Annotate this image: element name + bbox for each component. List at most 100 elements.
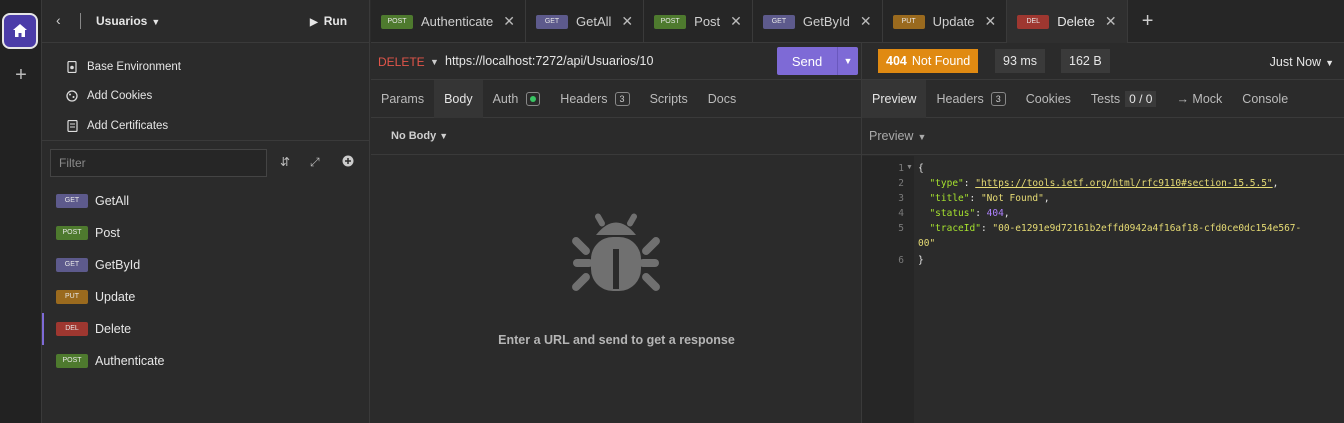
empty-state: Enter a URL and send to get a response (371, 155, 862, 380)
list-item[interactable]: DEL Delete (42, 313, 369, 345)
tab-docs[interactable]: Docs (698, 80, 746, 118)
tab-getbyid[interactable]: GET GetById ✕ (753, 0, 883, 43)
tab-update[interactable]: PUT Update ✕ (883, 0, 1008, 43)
tab-label: GetById (802, 14, 850, 29)
add-project-icon[interactable]: + (9, 64, 33, 86)
tab-scripts[interactable]: Scripts (640, 80, 698, 118)
tab-auth[interactable]: Auth (483, 80, 551, 118)
json-key: "title" (929, 193, 970, 204)
list-item[interactable]: PUT Update (42, 281, 369, 313)
json-key: "status" (929, 208, 976, 219)
status-code: 404 (886, 54, 907, 68)
sort-icon[interactable]: ⇵ (280, 155, 290, 169)
method-badge: DEL (1017, 14, 1050, 29)
line-number: 2 (898, 178, 904, 189)
tab-tests[interactable]: Tests 0 / 0 (1081, 80, 1167, 118)
bug-icon (572, 213, 660, 291)
base-environment-label: Base Environment (87, 60, 181, 73)
fold-icon[interactable]: ▼ (906, 164, 913, 171)
body-type-label: No Body (391, 130, 437, 142)
auth-status-icon (526, 92, 541, 106)
environment-list: Base Environment Add Cookies Add Certifi… (42, 43, 369, 141)
code-line: "title": "Not Found", (929, 193, 1050, 204)
request-list: GET GetAll POST Post GET GetById PUT Update … (42, 185, 369, 377)
close-icon[interactable]: ✕ (621, 13, 633, 30)
method-select[interactable]: DELETE (378, 55, 425, 69)
code-line: { (918, 163, 924, 174)
add-certificates-item[interactable]: Add Certificates (42, 111, 369, 141)
base-environment-item[interactable]: Base Environment (42, 52, 369, 82)
chevron-down-icon[interactable]: ▼ (837, 47, 858, 75)
tab-params-label: Params (381, 92, 425, 106)
url-input[interactable]: https://localhost:7272/api/Usuarios/10 (445, 54, 653, 68)
tab-delete[interactable]: DEL Delete ✕ (1007, 0, 1128, 43)
request-tabs: POST Authenticate ✕ GET GetAll ✕ POST Post ✕ G… (371, 0, 1344, 43)
tab-params[interactable]: Params (371, 80, 434, 118)
tab-label: Post (694, 14, 721, 29)
headers-count-badge: 3 (614, 92, 630, 106)
list-item[interactable]: POST Post (42, 217, 369, 249)
empty-state-message: Enter a URL and send to get a response (498, 333, 735, 347)
tab-authenticate[interactable]: POST Authenticate ✕ (371, 0, 527, 43)
tab-getall[interactable]: GET GetAll ✕ (526, 0, 645, 43)
json-link[interactable]: "https://tools.ietf.org/html/rfc9110#sec… (975, 178, 1272, 189)
home-button[interactable] (2, 13, 38, 49)
project-dropdown[interactable]: Usuarios ▼ (96, 14, 160, 28)
tab-headers-label: Headers (936, 92, 984, 106)
body-type-dropdown[interactable]: No Body ▼ (391, 130, 448, 142)
body-type-row: No Body ▼ (371, 118, 861, 155)
tab-body-label: Body (444, 92, 473, 106)
history-label: Just Now (1269, 55, 1322, 69)
response-time-badge: 93 ms (995, 49, 1046, 73)
close-icon[interactable]: ✕ (730, 13, 742, 30)
tab-label: GetAll (576, 14, 612, 29)
back-icon[interactable]: ‹ (56, 12, 61, 28)
expand-icon[interactable]: ⤢ (310, 155, 320, 170)
chevron-down-icon: ▼ (151, 17, 161, 27)
json-link-text[interactable]: "https://tools.ietf.org/html/rfc9110#sec… (975, 178, 1272, 189)
tab-console-label: Console (1242, 92, 1289, 106)
close-icon[interactable]: ✕ (860, 13, 872, 30)
code-line: 00" (918, 236, 935, 251)
tab-cookies[interactable]: Cookies (1016, 80, 1081, 118)
tab-body[interactable]: Body (434, 80, 483, 118)
new-tab-icon[interactable]: + (1128, 0, 1168, 43)
code-line: "traceId": "00-e1291e9d72161b2effd0942a4… (929, 223, 1302, 234)
add-cookies-item[interactable]: Add Cookies (42, 82, 369, 112)
method-badge: GET (762, 14, 795, 29)
method-badge: PUT (56, 290, 88, 304)
request-name: Authenticate (95, 354, 165, 368)
request-name: Update (95, 290, 136, 304)
code-line: "type": "https://tools.ietf.org/html/rfc… (929, 178, 1279, 189)
filter-placeholder: Filter (59, 156, 86, 170)
tab-mock[interactable]: → Mock (1166, 80, 1232, 118)
divider (80, 13, 81, 29)
run-button[interactable]: ▶ Run (310, 14, 347, 28)
tab-response-headers[interactable]: Headers 3 (926, 80, 1015, 118)
preview-mode-row: Preview ▼ (862, 118, 1344, 155)
filter-input[interactable]: Filter (50, 149, 267, 177)
history-dropdown[interactable]: Just Now ▼ (1270, 55, 1334, 69)
tab-headers[interactable]: Headers 3 (550, 80, 639, 118)
tab-preview[interactable]: Preview (862, 80, 927, 118)
tab-label: Authenticate (421, 14, 494, 29)
list-item[interactable]: POST Authenticate (42, 345, 369, 377)
request-name: Delete (95, 322, 132, 336)
tab-post[interactable]: POST Post ✕ (644, 0, 753, 43)
tab-auth-label: Auth (492, 92, 519, 106)
method-badge: POST (56, 226, 88, 240)
close-icon[interactable]: ✕ (985, 13, 997, 30)
preview-mode-dropdown[interactable]: Preview ▼ (869, 129, 926, 143)
chevron-down-icon[interactable]: ▼ (430, 57, 439, 67)
tab-console[interactable]: Console (1232, 80, 1298, 118)
list-item[interactable]: GET GetAll (42, 185, 369, 217)
list-item[interactable]: GET GetById (42, 249, 369, 281)
line-number: 6 (898, 255, 904, 266)
send-button[interactable]: Send ▼ (777, 47, 858, 75)
close-icon[interactable]: ✕ (1105, 13, 1117, 30)
response-body-viewer[interactable]: 1 ▼ 2 3 4 5 6 { "type": "https://tools.i… (862, 156, 1344, 423)
add-circle-icon[interactable] (342, 155, 354, 170)
tab-tests-label: Tests (1090, 92, 1121, 106)
url-bar: DELETE ▼ https://localhost:7272/api/Usua… (371, 43, 861, 80)
close-icon[interactable]: ✕ (503, 13, 515, 30)
